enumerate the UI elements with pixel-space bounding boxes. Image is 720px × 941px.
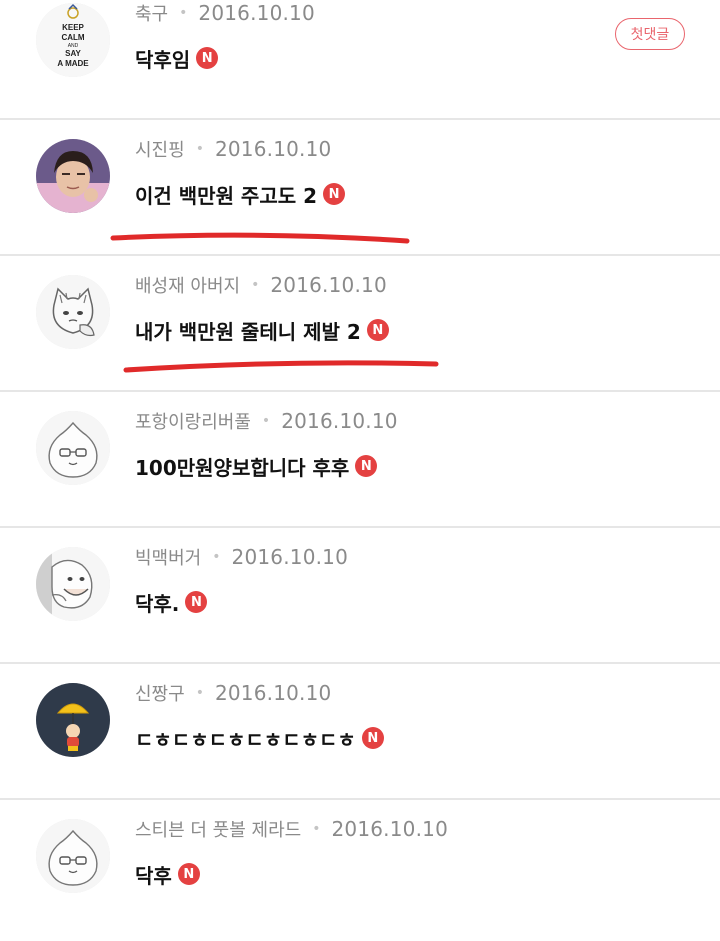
new-badge: N <box>196 47 219 69</box>
comment-content: 닥후. N <box>135 584 208 620</box>
comment-date: 2016.10.10 <box>270 273 387 297</box>
peach-character-avatar-image <box>36 411 110 485</box>
red-underline <box>110 232 410 244</box>
comment-date: 2016.10.10 <box>198 1 315 25</box>
comment-list: KEEP CALM AND SAY A MADE 축구 • 2016.10.10… <box>0 0 720 941</box>
comment-meta: 신짱구 • 2016.10.10 <box>135 678 331 708</box>
avatar[interactable] <box>36 819 110 893</box>
new-badge: N <box>355 455 378 477</box>
comment-date: 2016.10.10 <box>331 817 448 841</box>
comment-text: 내가 백만원 줄테니 제발 2 <box>135 319 361 344</box>
peeking-character-avatar-image <box>36 547 110 621</box>
comment-date: 2016.10.10 <box>281 409 398 433</box>
first-comment-badge: 첫댓글 <box>615 18 685 50</box>
comment-row: 신짱구 • 2016.10.10 ㄷㅎㄷㅎㄷㅎㄷㅎㄷㅎㄷㅎ N <box>0 664 720 800</box>
comment-text: 닥후임 <box>135 47 191 72</box>
comment-meta: 포항이랑리버풀 • 2016.10.10 <box>135 406 398 436</box>
separator-dot: • <box>261 413 271 429</box>
new-badge: N <box>366 319 389 341</box>
comment-date: 2016.10.10 <box>214 681 332 705</box>
comment-row: 시진핑 • 2016.10.10 이건 백만원 주고도 2 N <box>0 120 720 256</box>
nickname[interactable]: 신짱구 <box>135 680 185 706</box>
avatar[interactable] <box>36 275 110 349</box>
comment-row: 스티븐 더 풋볼 제라드 • 2016.10.10 닥후 N <box>0 800 720 941</box>
comment-meta: 축구 • 2016.10.10 <box>135 0 315 28</box>
comment-content: 이건 백만원 주고도 2 N <box>135 176 346 212</box>
new-badge: N <box>323 183 346 205</box>
comment-meta: 빅맥버거 • 2016.10.10 <box>135 542 348 572</box>
new-badge: N <box>185 591 208 613</box>
comment-content: 내가 백만원 줄테니 제발 2 N <box>135 312 389 348</box>
comment-date: 2016.10.10 <box>214 137 332 161</box>
person-photo-avatar-image <box>36 139 110 213</box>
avatar[interactable] <box>36 547 110 621</box>
comment-row: KEEP CALM AND SAY A MADE 축구 • 2016.10.10… <box>0 0 720 120</box>
avatar-text-line: A MADE <box>57 59 89 68</box>
avatar[interactable]: KEEP CALM AND SAY A MADE <box>36 3 110 77</box>
avatar-text-line: SAY <box>65 49 81 58</box>
nickname[interactable]: 축구 <box>135 0 168 26</box>
comment-content: 닥후 N <box>135 856 200 892</box>
comment-text: 닥후. <box>135 591 180 616</box>
comment-meta: 스티븐 더 풋볼 제라드 • 2016.10.10 <box>135 814 448 844</box>
new-badge: N <box>177 863 200 885</box>
comment-content: 닥후임 N <box>135 40 219 76</box>
comment-text: 이건 백만원 주고도 2 <box>135 183 318 208</box>
new-badge: N <box>361 727 384 749</box>
nickname[interactable]: 포항이랑리버풀 <box>135 408 251 434</box>
avatar-text-line: CALM <box>61 33 84 42</box>
comment-text: 닥후 <box>135 863 172 888</box>
red-underline <box>123 360 439 373</box>
avatar[interactable] <box>36 139 110 213</box>
comment-date: 2016.10.10 <box>231 545 349 569</box>
comment-row: 빅맥버거 • 2016.10.10 닥후. N <box>0 528 720 664</box>
comment-text: ㄷㅎㄷㅎㄷㅎㄷㅎㄷㅎㄷㅎ <box>135 727 356 752</box>
separator-dot: • <box>212 549 221 565</box>
nickname[interactable]: 빅맥버거 <box>135 544 201 570</box>
comment-row: 포항이랑리버풀 • 2016.10.10 100만원양보합니다 후후 N <box>0 392 720 528</box>
comment-row: 배성재 아버지 • 2016.10.10 내가 백만원 줄테니 제발 2 N <box>0 256 720 392</box>
comment-meta: 시진핑 • 2016.10.10 <box>135 134 331 164</box>
umbrella-character-avatar-image <box>36 683 110 757</box>
nickname[interactable]: 배성재 아버지 <box>135 272 240 298</box>
nickname[interactable]: 시진핑 <box>135 136 185 162</box>
avatar[interactable] <box>36 683 110 757</box>
comment-meta: 배성재 아버지 • 2016.10.10 <box>135 270 387 300</box>
separator-dot: • <box>251 277 260 293</box>
peach-character-avatar-image <box>36 819 110 893</box>
comment-content: ㄷㅎㄷㅎㄷㅎㄷㅎㄷㅎㄷㅎ N <box>135 720 384 756</box>
nickname[interactable]: 스티븐 더 풋볼 제라드 <box>135 816 301 842</box>
separator-dot: • <box>195 141 204 157</box>
separator-dot: • <box>195 685 204 701</box>
separator-dot: • <box>312 821 321 837</box>
avatar[interactable] <box>36 411 110 485</box>
avatar-text-line: KEEP <box>62 23 84 32</box>
cat-character-avatar-image <box>36 275 110 349</box>
separator-dot: • <box>179 5 188 21</box>
keep-calm-avatar-image: KEEP CALM AND SAY A MADE <box>36 3 110 77</box>
comment-text: 100만원양보합니다 후후 <box>135 455 350 480</box>
comment-content: 100만원양보합니다 후후 N <box>135 448 378 484</box>
